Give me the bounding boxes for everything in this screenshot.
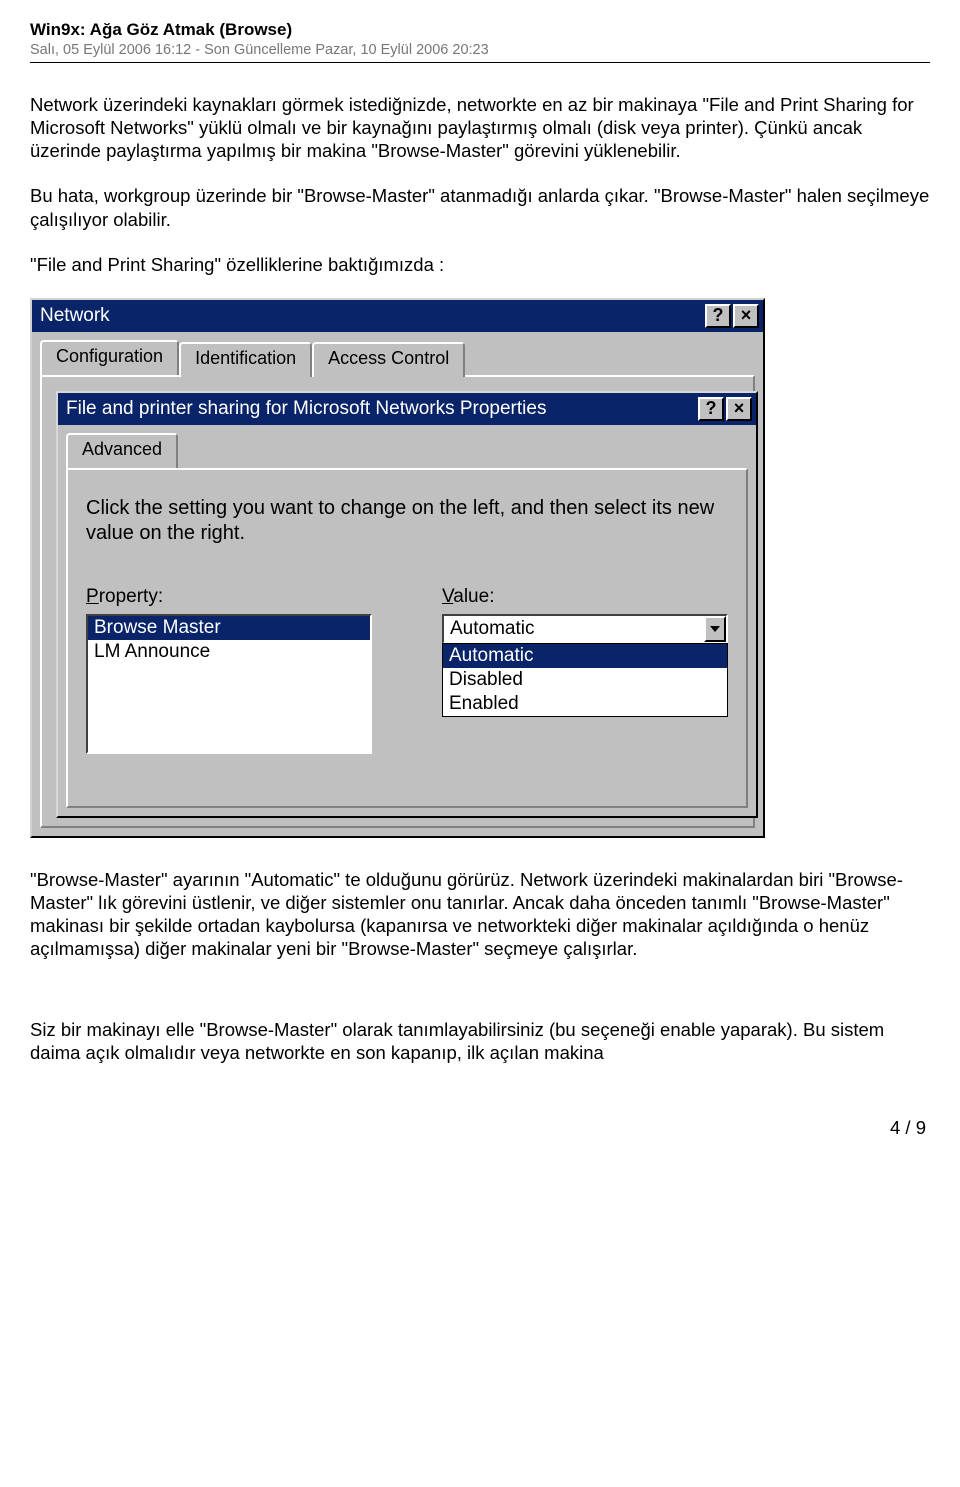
tab-strip: Configuration Identification Access Cont… <box>32 332 763 375</box>
tab-configuration[interactable]: Configuration <box>40 340 179 375</box>
file-print-sharing-dialog: File and printer sharing for Microsoft N… <box>56 391 758 818</box>
paragraph: Network üzerindeki kaynakları görmek ist… <box>30 93 930 162</box>
instruction-text: Click the setting you want to change on … <box>86 496 728 546</box>
help-button[interactable]: ? <box>698 397 724 421</box>
tab-access-control[interactable]: Access Control <box>312 342 465 377</box>
property-label: Property: <box>86 586 372 608</box>
titlebar: Network ? × <box>32 300 763 332</box>
paragraph: Siz bir makinayı elle "Browse-Master" ol… <box>30 1018 930 1064</box>
tab-panel: File and printer sharing for Microsoft N… <box>40 375 755 828</box>
document-header: Win9x: Ağa Göz Atmak (Browse) Salı, 05 E… <box>30 20 930 63</box>
property-listbox[interactable]: Browse Master LM Announce <box>86 614 372 754</box>
help-button[interactable]: ? <box>705 304 731 328</box>
paragraph: Bu hata, workgroup üzerinde bir "Browse-… <box>30 184 930 230</box>
paragraph: "Browse-Master" ayarının "Automatic" te … <box>30 868 930 961</box>
close-button[interactable]: × <box>726 397 752 421</box>
titlebar: File and printer sharing for Microsoft N… <box>58 393 756 425</box>
combo-dropdown-button[interactable] <box>704 616 726 642</box>
network-dialog: Network ? × Configuration Identification… <box>30 298 765 838</box>
embedded-screenshot: Network ? × Configuration Identification… <box>30 298 930 838</box>
tab-strip: Advanced <box>58 425 756 468</box>
window-title: File and printer sharing for Microsoft N… <box>66 398 696 420</box>
chevron-down-icon <box>710 626 720 632</box>
page-number: 4 / 9 <box>30 1087 930 1139</box>
document-subtitle: Salı, 05 Eylül 2006 16:12 - Son Güncelle… <box>30 42 930 58</box>
list-item[interactable]: LM Announce <box>88 640 370 664</box>
combo-selected-text: Automatic <box>444 616 704 642</box>
value-label: Value: <box>442 586 728 608</box>
tab-advanced[interactable]: Advanced <box>66 433 178 468</box>
tab-panel: Click the setting you want to change on … <box>66 468 748 808</box>
list-item[interactable]: Automatic <box>443 644 727 668</box>
value-combobox[interactable]: Automatic <box>442 614 728 644</box>
document-title: Win9x: Ağa Göz Atmak (Browse) <box>30 20 930 40</box>
paragraph: "File and Print Sharing" özelliklerine b… <box>30 253 930 276</box>
window-title: Network <box>40 305 703 327</box>
list-item[interactable]: Disabled <box>443 668 727 692</box>
tab-identification[interactable]: Identification <box>179 342 312 377</box>
list-item[interactable]: Browse Master <box>88 616 370 640</box>
combo-dropdown-list[interactable]: Automatic Disabled Enabled <box>442 643 728 717</box>
list-item[interactable]: Enabled <box>443 692 727 716</box>
close-button[interactable]: × <box>733 304 759 328</box>
